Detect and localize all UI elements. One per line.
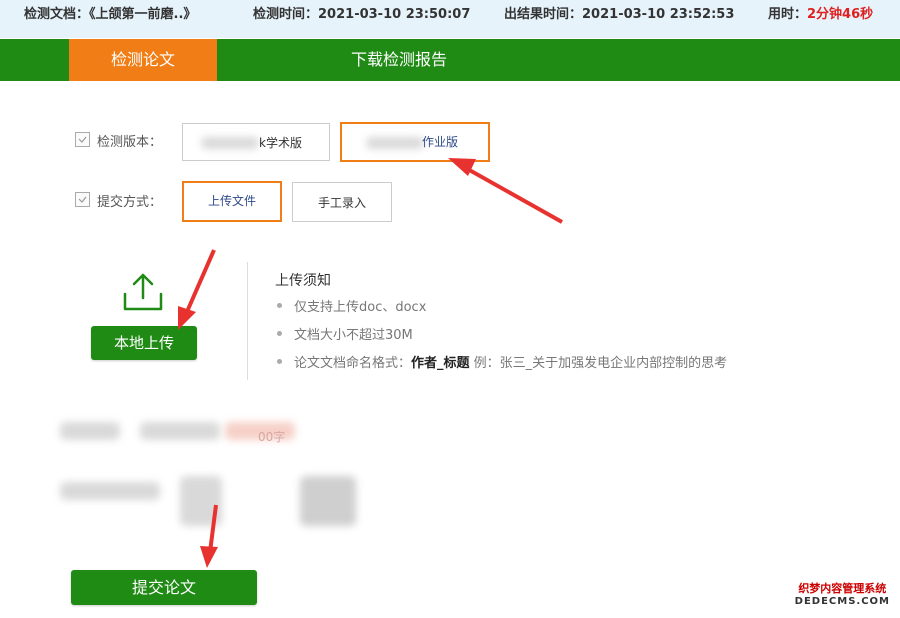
arrow-head [200, 546, 218, 568]
watermark-line2: DEDECMS.COM [794, 596, 890, 607]
arrow-line [463, 165, 563, 224]
annotation-arrows [178, 158, 563, 568]
watermark-line1: 织梦内容管理系统 [798, 582, 887, 595]
arrow-line [184, 249, 216, 315]
arrow-line [208, 504, 218, 553]
watermark-logo: 织梦内容管理系统 DEDECMS.COM [795, 582, 890, 608]
arrow-head [178, 306, 196, 330]
